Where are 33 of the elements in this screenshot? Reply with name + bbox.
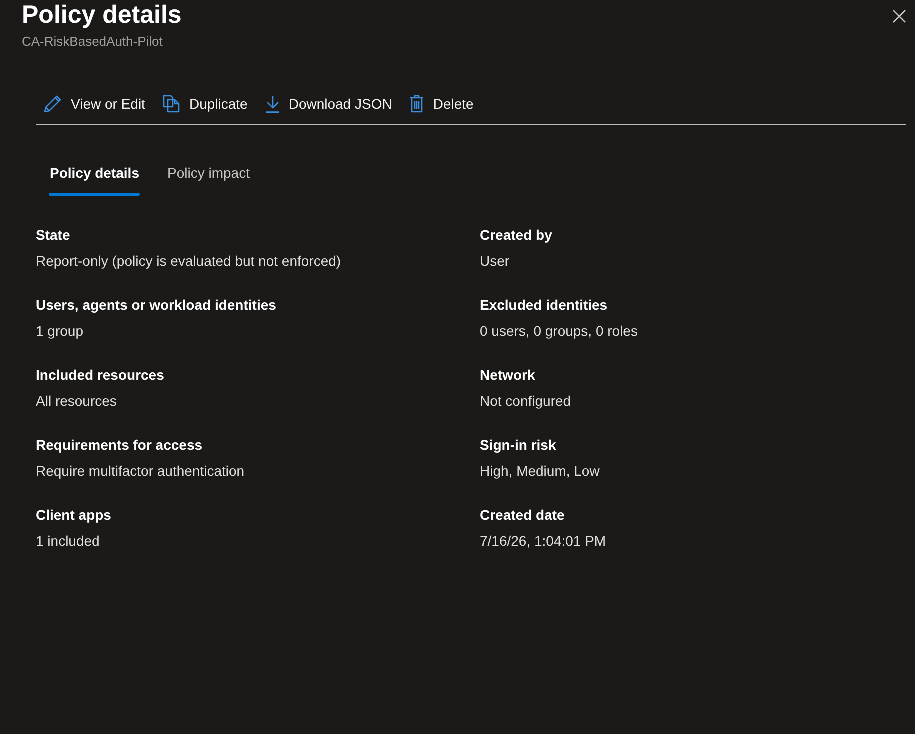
field-label: Created date [480, 506, 566, 525]
field-value: 0 users, 0 groups, 0 roles [480, 322, 639, 341]
field-value: 1 included [36, 532, 101, 551]
field-value: 1 group [36, 322, 84, 341]
toolbar-button[interactable]: Duplicate [155, 88, 256, 120]
field-value: Report-only (policy is evaluated but not enforced) [36, 252, 342, 271]
toolbar-button[interactable]: Delete [402, 88, 482, 120]
field-label: Client apps [36, 506, 112, 525]
policy-name: CA-RiskBasedAuth-Pilot [22, 33, 164, 51]
field-label: Excluded identities [480, 296, 609, 315]
tab[interactable]: Policy impact [153, 155, 264, 197]
download-icon [266, 96, 280, 112]
copy-icon [163, 95, 180, 113]
field-value: High, Medium, Low [480, 462, 601, 481]
field-value: All resources [36, 392, 118, 411]
field-value: Require multifactor authentication [36, 462, 246, 481]
tab[interactable]: Policy details [36, 155, 154, 197]
close-icon [892, 10, 906, 22]
field-value: 7/16/26, 1:04:01 PM [480, 532, 608, 551]
field-label: Users, agents or workload identities [36, 296, 278, 315]
field-label: Created by [480, 226, 554, 245]
trash-icon [410, 95, 424, 113]
field-label: Included resources [36, 366, 166, 385]
pencil-icon [44, 95, 62, 113]
field-label: Sign-in risk [480, 436, 558, 455]
toolbar-button[interactable]: Download JSON [258, 88, 400, 120]
field-label: Requirements for access [36, 436, 204, 455]
field-label: Network [480, 366, 536, 385]
toolbar-button[interactable]: View or Edit [36, 88, 154, 120]
field-value: Not configured [480, 392, 572, 411]
panel-title: Policy details [22, 0, 182, 30]
field-value: User [480, 252, 511, 271]
field-label: State [36, 226, 72, 245]
